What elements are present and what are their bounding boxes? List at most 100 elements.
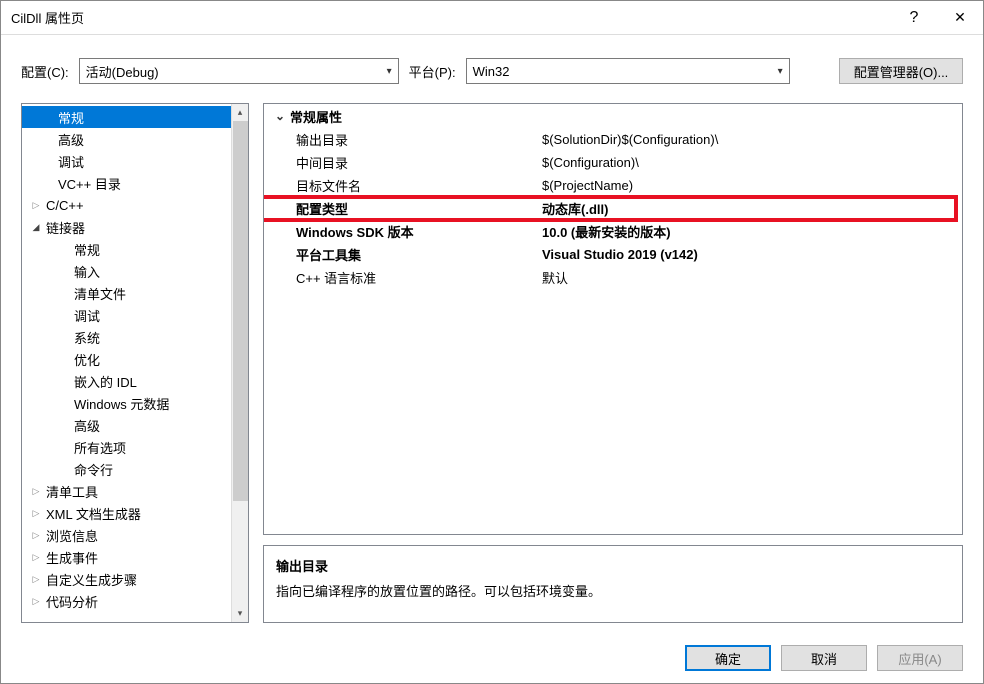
tree-item-label: 常规 <box>58 108 84 127</box>
scroll-up-icon[interactable]: ▴ <box>232 104 249 121</box>
tree-item-label: 代码分析 <box>46 592 98 611</box>
tree-item-label: 调试 <box>58 152 84 171</box>
scroll-thumb[interactable] <box>233 121 248 501</box>
property-row[interactable]: 配置类型动态库(.dll) <box>264 197 962 220</box>
property-name: 输出目录 <box>296 130 542 149</box>
chevron-collapsed-icon[interactable] <box>28 486 44 497</box>
dialog-title: CilDll 属性页 <box>11 8 891 27</box>
property-row[interactable]: Windows SDK 版本10.0 (最新安装的版本) <box>264 220 962 243</box>
tree-item[interactable]: 优化 <box>22 348 231 370</box>
config-combo-value: 活动(Debug) <box>86 62 159 81</box>
tree-item[interactable]: 链接器 <box>22 216 231 238</box>
property-name: 中间目录 <box>296 153 542 172</box>
ok-button[interactable]: 确定 <box>685 645 771 671</box>
category-tree-pane: 常规高级调试VC++ 目录C/C++链接器常规输入清单文件调试系统优化嵌入的 I… <box>21 103 249 623</box>
tree-item-label: 自定义生成步骤 <box>46 570 137 589</box>
property-value[interactable]: 动态库(.dll) <box>542 199 962 218</box>
property-name: 目标文件名 <box>296 176 542 195</box>
tree-item[interactable]: 高级 <box>22 128 231 150</box>
description-title: 输出目录 <box>276 556 950 575</box>
tree-item[interactable]: C/C++ <box>22 194 231 216</box>
property-group-header[interactable]: ⌄ 常规属性 <box>264 104 962 128</box>
tree-item-label: 浏览信息 <box>46 526 98 545</box>
property-name: 配置类型 <box>296 199 542 218</box>
tree-item-label: 所有选项 <box>74 438 126 457</box>
chevron-expanded-icon[interactable] <box>28 222 44 233</box>
property-value[interactable]: $(Configuration)\ <box>542 155 962 170</box>
tree-item-label: 输入 <box>74 262 100 281</box>
property-value[interactable]: 10.0 (最新安装的版本) <box>542 222 962 241</box>
tree-item[interactable]: XML 文档生成器 <box>22 502 231 524</box>
tree-item-label: 清单工具 <box>46 482 98 501</box>
tree-item-label: 高级 <box>58 130 84 149</box>
tree-item[interactable]: 系统 <box>22 326 231 348</box>
tree-item[interactable]: 常规 <box>22 238 231 260</box>
platform-combo[interactable]: Win32 ▾ <box>466 58 790 84</box>
property-value[interactable]: Visual Studio 2019 (v142) <box>542 247 962 262</box>
description-text: 指向已编译程序的放置位置的路径。可以包括环境变量。 <box>276 581 950 600</box>
property-value[interactable]: 默认 <box>542 268 962 287</box>
tree-item-label: 链接器 <box>46 218 85 237</box>
titlebar: CilDll 属性页 ? ✕ <box>1 1 983 35</box>
tree-item[interactable]: Windows 元数据 <box>22 392 231 414</box>
chevron-collapsed-icon[interactable] <box>28 530 44 541</box>
tree-item-label: VC++ 目录 <box>58 174 121 193</box>
tree-item-label: 嵌入的 IDL <box>74 372 137 391</box>
property-value[interactable]: $(SolutionDir)$(Configuration)\ <box>542 132 962 147</box>
content-area: 常规高级调试VC++ 目录C/C++链接器常规输入清单文件调试系统优化嵌入的 I… <box>1 95 983 633</box>
tree-item[interactable]: 调试 <box>22 304 231 326</box>
property-row[interactable]: 中间目录$(Configuration)\ <box>264 151 962 174</box>
tree-item-label: 常规 <box>74 240 100 259</box>
cancel-button[interactable]: 取消 <box>781 645 867 671</box>
property-grid: ⌄ 常规属性 输出目录$(SolutionDir)$(Configuration… <box>263 103 963 535</box>
tree-item-label: 优化 <box>74 350 100 369</box>
scroll-down-icon[interactable]: ▾ <box>232 605 249 622</box>
property-name: C++ 语言标准 <box>296 268 542 287</box>
tree-item[interactable]: 命令行 <box>22 458 231 480</box>
chevron-collapsed-icon[interactable] <box>28 508 44 519</box>
dialog-footer: 确定 取消 应用(A) <box>1 633 983 683</box>
tree-item[interactable]: 自定义生成步骤 <box>22 568 231 590</box>
right-pane: ⌄ 常规属性 输出目录$(SolutionDir)$(Configuration… <box>263 103 963 623</box>
chevron-down-icon: ▾ <box>778 66 783 77</box>
chevron-collapsed-icon[interactable] <box>28 552 44 563</box>
platform-combo-value: Win32 <box>473 64 510 79</box>
tree-item[interactable]: 代码分析 <box>22 590 231 612</box>
property-row[interactable]: 平台工具集Visual Studio 2019 (v142) <box>264 243 962 266</box>
tree-item[interactable]: 调试 <box>22 150 231 172</box>
property-row[interactable]: C++ 语言标准默认 <box>264 266 962 289</box>
tree-scrollbar[interactable]: ▴ ▾ <box>231 104 248 622</box>
config-label: 配置(C): <box>21 62 69 81</box>
chevron-collapsed-icon[interactable] <box>28 574 44 585</box>
tree-item-label: 系统 <box>74 328 100 347</box>
tree-item-label: 命令行 <box>74 460 113 479</box>
tree-item[interactable]: VC++ 目录 <box>22 172 231 194</box>
configuration-manager-button[interactable]: 配置管理器(O)... <box>839 58 963 84</box>
config-combo[interactable]: 活动(Debug) ▾ <box>79 58 399 84</box>
description-box: 输出目录 指向已编译程序的放置位置的路径。可以包括环境变量。 <box>263 545 963 623</box>
property-row[interactable]: 输出目录$(SolutionDir)$(Configuration)\ <box>264 128 962 151</box>
chevron-collapsed-icon[interactable] <box>28 200 44 211</box>
tree-item-label: 调试 <box>74 306 100 325</box>
tree-item[interactable]: 常规 <box>22 106 231 128</box>
apply-button[interactable]: 应用(A) <box>877 645 963 671</box>
tree-item[interactable]: 清单文件 <box>22 282 231 304</box>
tree-item[interactable]: 浏览信息 <box>22 524 231 546</box>
tree-item-label: 高级 <box>74 416 100 435</box>
tree-item[interactable]: 输入 <box>22 260 231 282</box>
config-bar: 配置(C): 活动(Debug) ▾ 平台(P): Win32 ▾ 配置管理器(… <box>1 47 983 95</box>
close-button[interactable]: ✕ <box>937 1 983 35</box>
chevron-collapsed-icon[interactable] <box>28 596 44 607</box>
platform-label: 平台(P): <box>409 62 456 81</box>
help-button[interactable]: ? <box>891 1 937 35</box>
tree-item[interactable]: 生成事件 <box>22 546 231 568</box>
property-value[interactable]: $(ProjectName) <box>542 178 962 193</box>
tree-item[interactable]: 高级 <box>22 414 231 436</box>
chevron-down-icon: ▾ <box>387 66 392 77</box>
tree-item[interactable]: 嵌入的 IDL <box>22 370 231 392</box>
tree-item-label: XML 文档生成器 <box>46 504 141 523</box>
category-tree[interactable]: 常规高级调试VC++ 目录C/C++链接器常规输入清单文件调试系统优化嵌入的 I… <box>22 104 231 622</box>
tree-item[interactable]: 清单工具 <box>22 480 231 502</box>
property-row[interactable]: 目标文件名$(ProjectName) <box>264 174 962 197</box>
tree-item[interactable]: 所有选项 <box>22 436 231 458</box>
